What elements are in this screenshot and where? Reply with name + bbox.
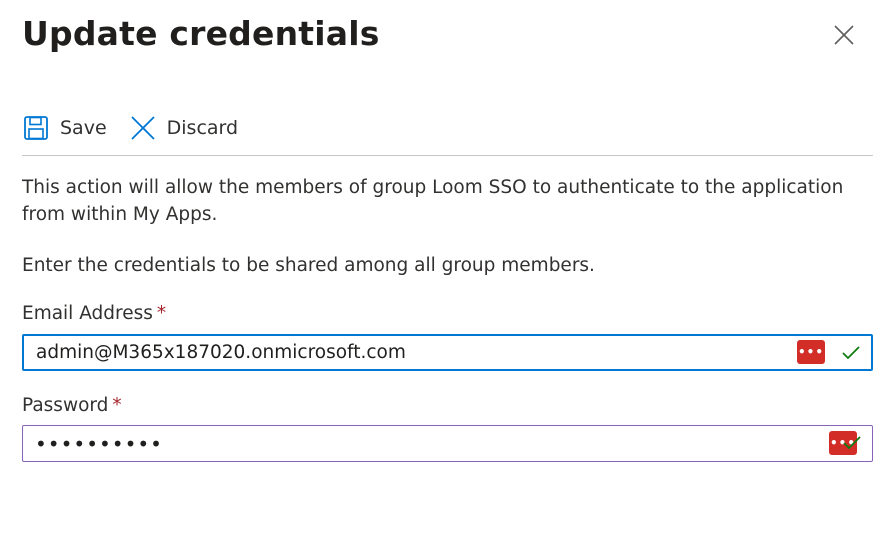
email-field-container: •••	[22, 334, 873, 371]
discard-label: Discard	[166, 116, 239, 139]
page-title: Update credentials	[22, 14, 380, 53]
password-field-container: •••	[22, 425, 873, 462]
password-label-text: Password	[22, 395, 109, 416]
required-marker: *	[112, 395, 122, 416]
save-button[interactable]: Save	[22, 108, 107, 148]
discard-button[interactable]: Discard	[129, 108, 238, 148]
update-credentials-panel: Update credentials Save Discard This act…	[0, 0, 886, 556]
email-label-text: Email Address	[22, 303, 153, 324]
close-icon	[129, 114, 157, 142]
close-icon	[833, 24, 855, 50]
password-label: Password *	[22, 394, 873, 418]
close-button[interactable]	[829, 22, 859, 52]
panel-header: Update credentials	[22, 0, 873, 100]
required-marker: *	[156, 303, 167, 324]
email-label: Email Address *	[22, 302, 873, 326]
command-bar: Save Discard	[22, 100, 873, 156]
checkmark-icon	[841, 343, 861, 363]
description-text: This action will allow the members of gr…	[22, 177, 844, 225]
instruction-text: Enter the credentials to be shared among…	[22, 255, 595, 276]
save-label: Save	[60, 116, 107, 139]
password-field[interactable]	[23, 426, 783, 461]
lastpass-icon[interactable]: •••	[797, 340, 825, 364]
email-field[interactable]	[24, 336, 784, 369]
floppy-disk-icon	[22, 114, 50, 142]
checkmark-icon	[842, 433, 862, 453]
